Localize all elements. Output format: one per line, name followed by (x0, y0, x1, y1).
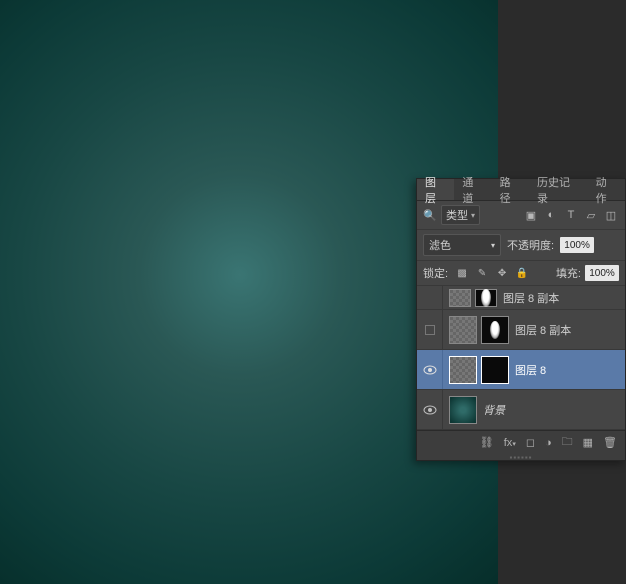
lock-label: 锁定: (423, 265, 448, 281)
tab-layers[interactable]: 图层 (417, 179, 454, 200)
layer-row[interactable]: 图层 8 (417, 350, 625, 390)
mask-thumbnail[interactable] (481, 356, 509, 384)
visibility-off-box (425, 325, 435, 335)
panel-tabs: 图层 通道 路径 历史记录 动作 (417, 179, 625, 201)
add-mask-icon[interactable]: ◻ (526, 436, 535, 449)
opacity-value[interactable]: 100% (560, 237, 594, 253)
visibility-toggle[interactable] (417, 310, 443, 349)
blend-mode-value: 滤色 (429, 237, 451, 253)
layer-list: 图层 8 副本 图层 8 副本 图层 8 (417, 286, 625, 430)
layer-thumbnail[interactable] (449, 356, 477, 384)
visibility-toggle[interactable] (417, 286, 443, 309)
tab-paths[interactable]: 路径 (492, 179, 529, 200)
blend-row: 滤色 ▾ 不透明度: 100% (417, 230, 625, 261)
fill-value[interactable]: 100% (585, 265, 619, 281)
layer-row[interactable]: 背景 (417, 390, 625, 430)
lock-position-icon[interactable]: ✥ (494, 266, 510, 280)
mask-thumbnail[interactable] (481, 316, 509, 344)
layer-thumbs (449, 316, 509, 344)
eye-icon (423, 405, 437, 415)
filter-smart-icon[interactable]: ◫ (603, 208, 619, 222)
mask-thumbnail[interactable] (475, 289, 497, 307)
new-fill-icon[interactable]: ◑ (545, 437, 552, 449)
blend-mode-dropdown[interactable]: 滤色 ▾ (423, 234, 501, 256)
filter-row: 🔍 类型 ▾ ▣ ◐ T ▱ ◫ (417, 201, 625, 230)
tab-actions[interactable]: 动作 (588, 179, 625, 200)
filter-image-icon[interactable]: ▣ (523, 208, 539, 222)
layer-row[interactable]: 图层 8 副本 (417, 310, 625, 350)
delete-layer-icon[interactable]: 🗑 (603, 436, 617, 449)
layer-name[interactable]: 图层 8 (515, 362, 546, 378)
layer-thumbnail[interactable] (449, 316, 477, 344)
chevron-down-icon: ▾ (471, 211, 475, 220)
lock-transparency-icon[interactable]: ▩ (454, 266, 470, 280)
new-group-icon[interactable]: 🗀 (562, 433, 573, 452)
layer-thumbs (449, 356, 509, 384)
filter-shape-icon[interactable]: ▱ (583, 208, 599, 222)
layer-name[interactable]: 图层 8 副本 (503, 290, 559, 306)
type-dropdown[interactable]: 类型 ▾ (441, 205, 480, 225)
layer-thumbnail[interactable] (449, 289, 471, 307)
link-layers-icon[interactable]: ⛓ (480, 436, 494, 449)
type-label: 类型 (446, 207, 468, 223)
fx-icon[interactable]: fx▾ (504, 437, 516, 449)
layer-thumbnail[interactable] (449, 396, 477, 424)
eye-icon (423, 365, 437, 375)
lock-row: 锁定: ▩ ✎ ✥ 🔒 填充: 100% (417, 261, 625, 286)
visibility-toggle[interactable] (417, 350, 443, 389)
tab-history[interactable]: 历史记录 (529, 179, 588, 200)
filter-adjust-icon[interactable]: ◐ (543, 208, 559, 222)
layers-panel: 图层 通道 路径 历史记录 动作 🔍 类型 ▾ ▣ ◐ T ▱ ◫ 滤色 ▾ 不… (416, 178, 626, 461)
new-layer-icon[interactable]: ▦ (583, 436, 593, 449)
fill-label: 填充: (556, 265, 581, 281)
search-icon[interactable]: 🔍 (423, 209, 437, 222)
lock-all-icon[interactable]: 🔒 (514, 266, 530, 280)
layer-name[interactable]: 图层 8 副本 (515, 322, 571, 338)
panel-resize-grip[interactable]: ▪▪▪▪▪▪ (417, 454, 625, 460)
tab-channels[interactable]: 通道 (454, 179, 491, 200)
opacity-label: 不透明度: (507, 237, 554, 253)
layer-thumbs (449, 396, 477, 424)
lock-pixels-icon[interactable]: ✎ (474, 266, 490, 280)
layer-row[interactable]: 图层 8 副本 (417, 286, 625, 310)
visibility-toggle[interactable] (417, 390, 443, 429)
chevron-down-icon: ▾ (491, 241, 495, 250)
layer-thumbs (449, 289, 497, 307)
panel-bottom-bar: ⛓ fx▾ ◻ ◑ 🗀 ▦ 🗑 (417, 430, 625, 454)
filter-text-icon[interactable]: T (563, 208, 579, 222)
layer-name[interactable]: 背景 (483, 402, 505, 418)
